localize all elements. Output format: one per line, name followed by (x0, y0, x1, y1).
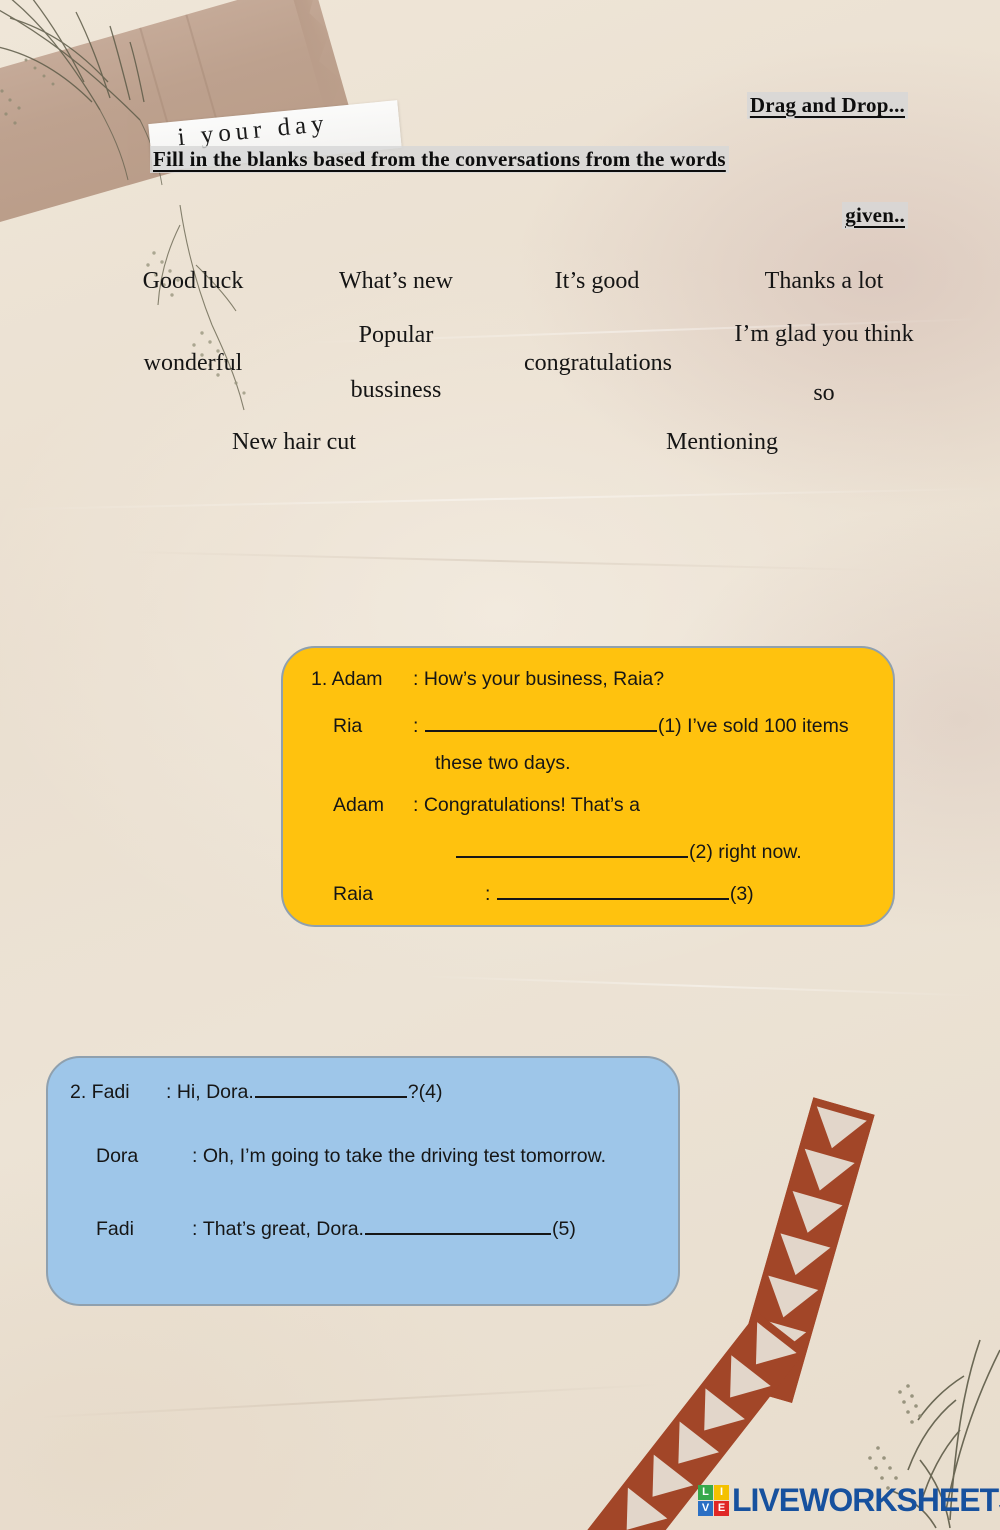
word-bank-item[interactable]: It’s good (555, 268, 640, 295)
dialogue-text: these two days. (435, 752, 571, 774)
colon-separator: : (413, 668, 424, 690)
dialogue-tail: (5) (551, 1217, 576, 1240)
dialogue-text: Hi, Dora. (176, 1080, 254, 1103)
conversation-line: Dora: Oh, I’m going to take the driving … (96, 1145, 606, 1168)
colon-separator: : (166, 1080, 177, 1103)
colon-separator: : (192, 1217, 203, 1240)
dialogue-tail: ?(4) (407, 1080, 443, 1103)
dialogue-tail: (2) right now. (689, 840, 802, 863)
answer-blank[interactable] (496, 878, 729, 900)
logo-letter-cell: I (714, 1484, 729, 1500)
colon-separator: : (192, 1145, 203, 1167)
logo-letter-cell: E (714, 1500, 729, 1516)
speaker-name: Fadi (96, 1217, 134, 1240)
speaker-name: 2. Fadi (70, 1080, 130, 1103)
conversation-card-2: 2. Fadi: Hi, Dora. ?(4) Dora: Oh, I’m goi… (46, 1056, 680, 1306)
dialogue-tail: (1) I’ve sold 100 items (657, 714, 849, 737)
colon-separator: : (485, 882, 496, 905)
conversation-line: Adam: Congratulations! That’s a (333, 794, 640, 817)
conversation-line: 1. Adam: How’s your business, Raia? (311, 668, 664, 691)
dialogue-text: How’s your business, Raia? (423, 668, 665, 690)
word-bank-item[interactable]: What’s new (339, 268, 453, 295)
dialogue-text: Oh, I’m going to take the driving test t… (202, 1145, 607, 1167)
word-bank-item[interactable]: Good luck (143, 268, 244, 295)
liveworksheets-logo[interactable]: LIVE LIVEWORKSHEETS (698, 1484, 1000, 1516)
dialogue-text: That’s great, Dora. (202, 1217, 364, 1240)
speaker-name: Raia (333, 882, 374, 905)
answer-blank[interactable] (456, 836, 688, 858)
conversation-line: Raia: (3) (333, 878, 754, 906)
speaker-name: Dora (96, 1145, 139, 1167)
colon-separator: : (413, 794, 424, 816)
logo-letter-cell: V (698, 1500, 713, 1516)
conversation-line: these two days. (435, 752, 571, 775)
conversation-line: Ria: (1) I’ve sold 100 items (333, 710, 849, 738)
word-bank-item[interactable]: New hair cut (232, 429, 356, 456)
dialogue-tail: (3) (729, 882, 754, 905)
speaker-name: 1. Adam (311, 668, 383, 690)
conversation-line: Fadi: That’s great, Dora. (5) (96, 1213, 576, 1241)
word-bank-item[interactable]: Popular (359, 322, 434, 349)
logo-wordmark: LIVEWORKSHEETS (732, 1482, 1000, 1518)
answer-blank[interactable] (364, 1213, 551, 1235)
dialogue-text: Congratulations! That’s a (423, 794, 640, 816)
conversation-line: (2) right now. (455, 836, 802, 864)
word-bank: Good luck What’s new It’s good Thanks a lot… (0, 0, 1000, 470)
speaker-name: Ria (333, 714, 363, 737)
conversation-card-1: 1. Adam: How’s your business, Raia? Ria: … (281, 646, 895, 927)
answer-blank[interactable] (254, 1076, 407, 1098)
worksheet-page: i your day Drag and Drop... Fill in the … (0, 0, 1000, 1530)
word-bank-item[interactable]: wonderful (144, 350, 243, 377)
word-bank-item[interactable]: bussiness (351, 377, 442, 404)
speaker-name: Adam (333, 794, 384, 816)
conversation-line: 2. Fadi: Hi, Dora. ?(4) (70, 1076, 442, 1104)
word-bank-item[interactable]: so (813, 380, 834, 407)
word-bank-item[interactable]: Thanks a lot (765, 268, 884, 295)
answer-blank[interactable] (424, 710, 657, 732)
word-bank-item[interactable]: congratulations (524, 350, 672, 377)
logo-icon: LIVE (698, 1484, 729, 1516)
colon-separator: : (413, 714, 424, 737)
word-bank-item[interactable]: Mentioning (666, 429, 778, 456)
logo-letter-cell: L (698, 1484, 713, 1500)
word-bank-item[interactable]: I’m glad you think (734, 321, 913, 348)
